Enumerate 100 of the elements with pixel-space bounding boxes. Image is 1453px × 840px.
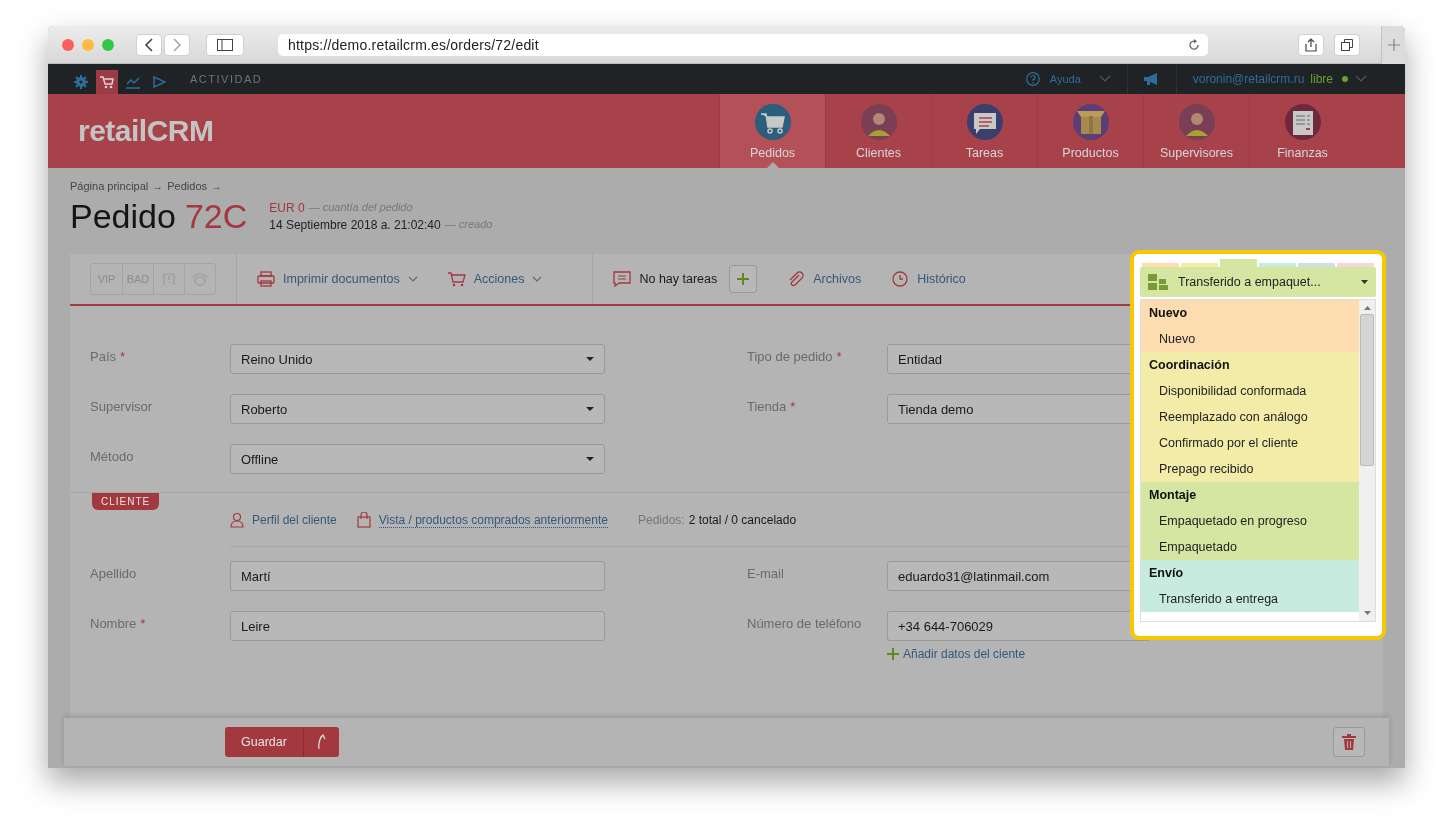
orders-label: Pedidos: [637,513,685,527]
caret-down-icon [586,457,594,461]
toolbar-link[interactable]: Archivos [787,271,862,287]
group-heading: Coordinación [1148,357,1231,374]
status-select[interactable]: Transferido a empaquet... [1140,267,1376,297]
section-label: ACTIVIDAD [190,73,263,85]
text-field[interactable]: Martí [230,561,605,591]
plus-icon [887,648,899,660]
field-label: E-mail [747,566,784,581]
scrollbar-thumb[interactable] [1360,314,1374,466]
window-control-icon[interactable] [62,38,74,51]
select-field[interactable]: Roberto [230,394,605,424]
breadcrumb-link[interactable]: Pedidos [167,180,208,192]
nav-tab[interactable]: Finanzas [1249,94,1355,168]
share-button[interactable] [1298,33,1324,56]
user-email-link[interactable]: voronin@retailcrm.ru [1192,72,1305,86]
group-heading: Montaje [1148,487,1198,504]
field-label: Tienda [747,399,787,414]
status-tab[interactable] [1259,263,1296,267]
tabs-button[interactable] [1334,33,1360,56]
arrow-up-icon [316,734,327,750]
caret-down-icon [586,407,594,411]
breadcrumb-separator: → [211,180,223,192]
nav-label: Supervisores [1160,146,1233,160]
window-control-icon[interactable] [82,38,94,51]
add-client-data-link[interactable]: Añadir datos del ciente [887,647,1383,661]
toolbar-link[interactable]: Histórico [891,271,966,287]
field-label: Nombre [90,616,137,631]
status-tab[interactable] [1142,263,1179,267]
nav-label: Tareas [965,146,1004,160]
address-bar[interactable]: https://demo.retailcrm.es/orders/72/edit [278,33,1208,56]
breadcrumb-separator: → [152,180,164,192]
nav-tab[interactable]: Tareas [931,94,1037,168]
status-option[interactable]: Empaquetado [1141,534,1359,560]
back-button[interactable] [136,33,162,56]
play-icon [152,75,166,89]
box-icon [1072,104,1109,140]
toolbar-button[interactable] [96,70,118,94]
field-label: Apellido [90,566,137,581]
text-field[interactable]: +34 644-706029 [887,611,1151,641]
settings-icon [74,75,88,89]
cart-icon [100,75,114,89]
new-tab-button[interactable] [1381,26,1405,64]
share-icon [1305,37,1317,52]
status-option[interactable]: Prepago recibido [1141,456,1359,482]
cart-icon [754,104,791,140]
status-option[interactable]: Empaquetado en progreso [1141,508,1359,534]
task-list-icon [613,271,632,287]
scrollbar[interactable] [1359,300,1375,621]
select-field[interactable]: Reino Unido [230,344,605,374]
field-label: Método [90,449,134,464]
section-badge: CLIENTE [92,493,160,510]
chevron-down-icon [532,276,543,282]
scroll-down-icon [1363,611,1371,615]
required-mark: * [790,399,796,414]
megaphone-icon [1143,72,1160,86]
created-date: 14 Septiembre 2018 a. 21:02:40 [269,217,441,232]
text-field[interactable]: Leire [230,611,605,641]
person-icon [860,104,897,140]
sidebar-button[interactable] [206,33,244,56]
status-tab[interactable] [1181,263,1218,267]
toolbar-link[interactable]: Acciones [447,271,543,287]
forward-button[interactable] [164,33,190,56]
help-link[interactable]: Ayuda [1049,73,1081,85]
trash-icon [1342,734,1356,750]
forward-icon [172,37,182,52]
delete-button[interactable] [1333,727,1365,757]
nav-label: Productos [1062,146,1119,160]
chevron-down-icon [1098,75,1111,83]
status-tab[interactable] [1298,263,1335,267]
profile-link[interactable]: Perfil del cliente [230,512,337,528]
paperclip-icon [787,271,806,287]
select-field[interactable]: Offline [230,444,605,474]
sidebar-icon [217,38,233,51]
nav-tab[interactable]: Supervisores [1143,94,1249,168]
nav-tab[interactable]: Clientes [825,94,931,168]
status-option[interactable]: Confirmado por el cliente [1141,430,1359,456]
required-mark: * [836,349,842,364]
group-heading: Envío [1148,565,1185,582]
order-number: 72C [184,196,248,236]
breadcrumb-link[interactable]: Página principal [70,180,149,192]
printer-icon [257,271,275,287]
status-tab[interactable] [1337,263,1374,267]
status-tab[interactable] [1220,259,1257,267]
field-label: Tipo de pedido [747,349,833,364]
nav-tab[interactable]: Productos [1037,94,1143,168]
nav-tab[interactable]: Pedidos [719,94,825,168]
save-and-exit-button[interactable] [303,727,339,757]
logo[interactable]: retailCRM [78,114,214,148]
purchase-history-link[interactable]: Vista / productos comprados anteriormente [356,512,608,528]
add-task-button[interactable] [729,265,758,293]
toolbar-link[interactable]: Imprimir documentos [257,271,418,287]
group-heading: Nuevo [1148,305,1189,322]
caret-down-icon [586,357,594,361]
window-control-icon[interactable] [102,38,114,51]
shopping-bag-icon [356,512,371,528]
help-icon [1025,72,1040,86]
caret-down-icon [1361,280,1368,284]
save-button[interactable]: Guardar [225,727,304,757]
nav-label: Pedidos [749,146,796,160]
